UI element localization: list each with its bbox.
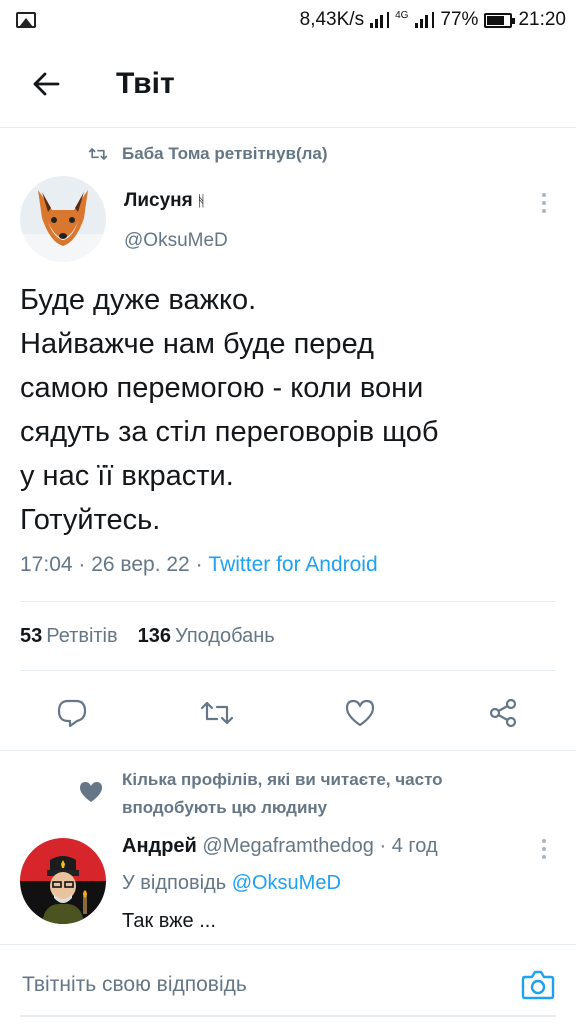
tweet-more-options-button[interactable] xyxy=(532,188,556,218)
clock: 21:20 xyxy=(518,9,566,30)
divider xyxy=(0,750,576,751)
battery-percent: 77% xyxy=(440,9,479,30)
reply-header: Андрей @Megaframthedog · 4 год xyxy=(122,835,438,857)
author-avatar[interactable] xyxy=(20,176,106,262)
back-button[interactable] xyxy=(16,54,76,114)
author-name[interactable]: Лисуня ᚻ xyxy=(124,190,206,212)
arrow-left-icon xyxy=(33,72,60,95)
top-app-bar: Твіт xyxy=(0,40,576,128)
tweet-text-line: Буде дуже важко. xyxy=(20,284,257,316)
divider xyxy=(20,601,556,602)
more-vert-icon xyxy=(542,839,546,843)
like-button[interactable] xyxy=(335,688,385,738)
reply-to-mention[interactable]: @OksuMeD xyxy=(232,872,341,894)
tweet-text: Буде дуже важко. Найважче нам буде перед… xyxy=(20,278,560,542)
more-vert-icon xyxy=(542,193,546,197)
retweet-button[interactable] xyxy=(192,688,242,738)
tweet-text-line: у нас її вкрасти. xyxy=(20,460,234,492)
tweet-stats: 53 Ретвітів 136 Уподобань xyxy=(20,625,275,648)
network-type: 4G xyxy=(395,9,409,21)
compose-reply-bar: Твітніть свою відповідь xyxy=(0,944,576,1024)
heart-icon xyxy=(345,699,375,727)
reply-more-options-button[interactable] xyxy=(532,834,556,864)
tweet-actions xyxy=(0,688,576,738)
reply-icon xyxy=(57,699,87,728)
signal-4g-icon xyxy=(415,12,435,28)
reply-to-line: У відповідь @OksuMeD xyxy=(122,872,341,894)
retweet-context[interactable]: Баба Тома ретвітнув(ла) xyxy=(88,144,328,164)
tweet-time: 17:04 xyxy=(20,553,73,576)
battery-icon xyxy=(484,12,516,28)
share-icon xyxy=(489,698,517,728)
reply-input[interactable]: Твітніть свою відповідь xyxy=(22,973,247,997)
reply-author-name[interactable]: Андрей xyxy=(122,835,197,857)
page-title: Твіт xyxy=(116,66,175,100)
reply-text: Так вже ... xyxy=(122,910,216,932)
camera-button[interactable] xyxy=(518,965,558,1005)
author-handle[interactable]: @OksuMeD xyxy=(124,230,228,252)
signal-icon xyxy=(370,12,390,28)
author-name-flag: ᚻ xyxy=(196,193,206,210)
tweet-meta: 17:04 · 26 вер. 22 · Twitter for Android xyxy=(20,553,378,576)
tweet-source-link[interactable]: Twitter for Android xyxy=(208,553,377,576)
retweets-stat[interactable]: 53 Ретвітів xyxy=(20,625,118,648)
suggestion-text: Кілька профілів, які ви читаєте, часто в… xyxy=(122,770,443,817)
likes-stat[interactable]: 136 Уподобань xyxy=(138,625,275,648)
heart-icon xyxy=(80,782,102,802)
reply-time: 4 год xyxy=(391,835,438,857)
reply-input-underline xyxy=(20,1015,556,1017)
tweet-text-line: самою перемогою - коли вони xyxy=(20,372,424,404)
tweet-text-line: Найважче нам буде перед xyxy=(20,328,374,360)
retweet-context-label: Баба Тома ретвітнув(ла) xyxy=(122,144,328,163)
divider xyxy=(20,670,556,671)
share-button[interactable] xyxy=(478,688,528,738)
reply-author-avatar[interactable] xyxy=(20,838,106,924)
network-speed: 8,43K/s xyxy=(299,9,365,30)
reply-author-handle[interactable]: @Megaframthedog xyxy=(202,835,374,857)
retweet-icon xyxy=(88,148,108,160)
tweet-text-line: сядуть за стіл переговорів щоб xyxy=(20,416,439,448)
suggestion-heart xyxy=(78,780,104,809)
image-notification-icon xyxy=(16,12,36,28)
tweet-date: 26 вер. 22 xyxy=(91,553,190,576)
camera-icon xyxy=(521,970,555,1000)
retweet-icon xyxy=(200,701,234,725)
reply-button[interactable] xyxy=(47,688,97,738)
tweet-text-line: Готуйтесь. xyxy=(20,504,161,536)
status-bar: 8,43K/s 4G 77% 21:20 xyxy=(0,0,576,40)
